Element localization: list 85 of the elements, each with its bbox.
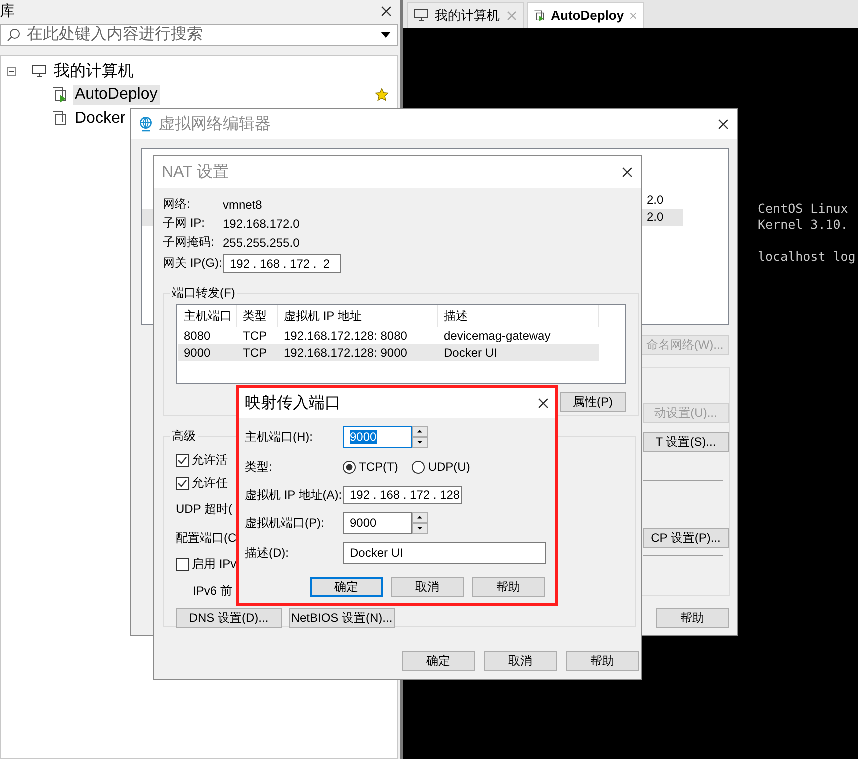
spin-down-icon[interactable] [412, 437, 428, 448]
field-label: 网络: [163, 196, 192, 213]
checkbox[interactable] [176, 558, 189, 571]
group-label: 端口转发(F) [171, 285, 236, 302]
dialog-button[interactable]: 帮助 [566, 651, 639, 671]
spin-up-icon[interactable] [412, 426, 428, 437]
tab-label: AutoDeploy [551, 8, 624, 23]
console-prompt: localhost log [758, 249, 856, 265]
close-icon[interactable] [718, 118, 729, 130]
field-value: 255.255.255.0 [223, 236, 301, 250]
tree-item[interactable]: Docker [73, 109, 128, 129]
close-icon[interactable] [622, 166, 633, 178]
checkbox-label: 允许活 [192, 452, 228, 469]
tab[interactable]: AutoDeploy [527, 2, 644, 28]
dialog-button[interactable]: CP 设置(P)... [643, 528, 729, 548]
dialog-button[interactable]: NetBIOS 设置(N)... [289, 608, 395, 628]
radio-label: UDP(U) [428, 460, 470, 474]
search-icon [7, 28, 21, 42]
close-icon[interactable] [381, 6, 392, 16]
tree-item[interactable]: 我的计算机 [52, 60, 136, 82]
dialog-button[interactable]: 属性(P) [560, 392, 626, 412]
radio-button[interactable] [343, 460, 356, 474]
tree-item[interactable]: AutoDeploy [73, 85, 160, 105]
dialog-button[interactable]: 取消 [484, 651, 557, 671]
table-cell-text: 8080 [183, 328, 212, 342]
column-header[interactable]: 主机端口 [178, 305, 237, 327]
checkbox-label: 允许任 [192, 475, 228, 492]
checkbox[interactable] [176, 454, 189, 467]
table-cell-text: devicemag-gateway [443, 328, 552, 342]
table-cell: 2.0 [647, 210, 664, 224]
ip-field[interactable]: 192 . 168 . 172 . 128 [343, 486, 462, 504]
table-cell: Docker UI [438, 344, 599, 361]
window-title: 虚拟网络编辑器 [159, 114, 271, 134]
dialog-button[interactable]: 帮助 [656, 608, 729, 628]
number-field[interactable]: 9000 [343, 426, 412, 448]
dialog-button[interactable]: 帮助 [472, 577, 545, 597]
collapse-icon[interactable] [7, 66, 16, 76]
tab-label: 我的计算机 [435, 6, 501, 24]
dialog-button[interactable]: T 设置(S)... [643, 432, 729, 452]
field-label: 类型: [245, 458, 274, 476]
column-header[interactable]: 描述 [438, 305, 599, 327]
spin-down-icon[interactable] [412, 523, 428, 534]
checkbox[interactable] [176, 477, 189, 490]
field-value: 192.168.172.0 [223, 216, 301, 230]
dialog-button[interactable]: 取消 [391, 577, 464, 597]
field-label: 虚拟机 IP 地址(A): [245, 486, 343, 504]
group-label: 高级 [171, 428, 197, 445]
text-field[interactable]: Docker UI [343, 542, 546, 564]
console-line: CentOS Linux [758, 201, 850, 217]
field-label: 子网掩码: [163, 234, 216, 251]
option-label: IPv6 前 [193, 582, 232, 600]
table-cell: TCP [237, 344, 278, 361]
dialog-button[interactable]: 确定 [402, 651, 475, 671]
table-cell: 9000 [178, 344, 237, 361]
dropdown-icon[interactable] [381, 32, 391, 38]
field-label: 主机端口(H): [245, 428, 314, 446]
option-label: 配置端口(C [176, 530, 237, 547]
dialog-button[interactable]: 确定 [310, 577, 383, 597]
spin-up-icon[interactable] [412, 512, 428, 523]
field-label: 网关 IP(G): [163, 255, 223, 272]
field-label: 子网 IP: [163, 215, 206, 232]
dialog-button[interactable]: DNS 设置(D)... [176, 608, 282, 628]
window-title: 映射传入端口 [245, 394, 341, 414]
option-label: UDP 超时( [176, 501, 232, 518]
field-label: 虚拟机端口(P): [245, 514, 326, 532]
monitor-icon [414, 9, 429, 22]
number-field[interactable]: 9000 [343, 512, 412, 534]
table-cell-text: TCP [242, 328, 268, 342]
globe-icon [139, 116, 153, 132]
table-cell: 192.168.172.128: 9000 [278, 344, 438, 361]
ip-field[interactable]: 192 . 168 . 172 . 2 [223, 254, 341, 273]
console-line: Kernel 3.10. [758, 217, 850, 233]
column-header[interactable]: 虚拟机 IP 地址 [278, 305, 438, 327]
column-header[interactable]: 类型 [237, 305, 278, 327]
checkbox-label: 启用 IPv [192, 556, 237, 573]
tab[interactable]: 我的计算机 [407, 2, 524, 28]
radio-button[interactable] [412, 460, 426, 474]
window-title: NAT 设置 [162, 162, 229, 182]
panel-title: 库 [0, 2, 15, 20]
field-label: 描述(D): [245, 544, 290, 562]
field-value: vmnet8 [223, 198, 264, 212]
close-icon[interactable] [538, 398, 549, 408]
monitor-icon [32, 64, 47, 78]
radio-label: TCP(T) [359, 460, 398, 474]
table-cell-text: 192.168.172.128: 8080 [283, 328, 408, 342]
